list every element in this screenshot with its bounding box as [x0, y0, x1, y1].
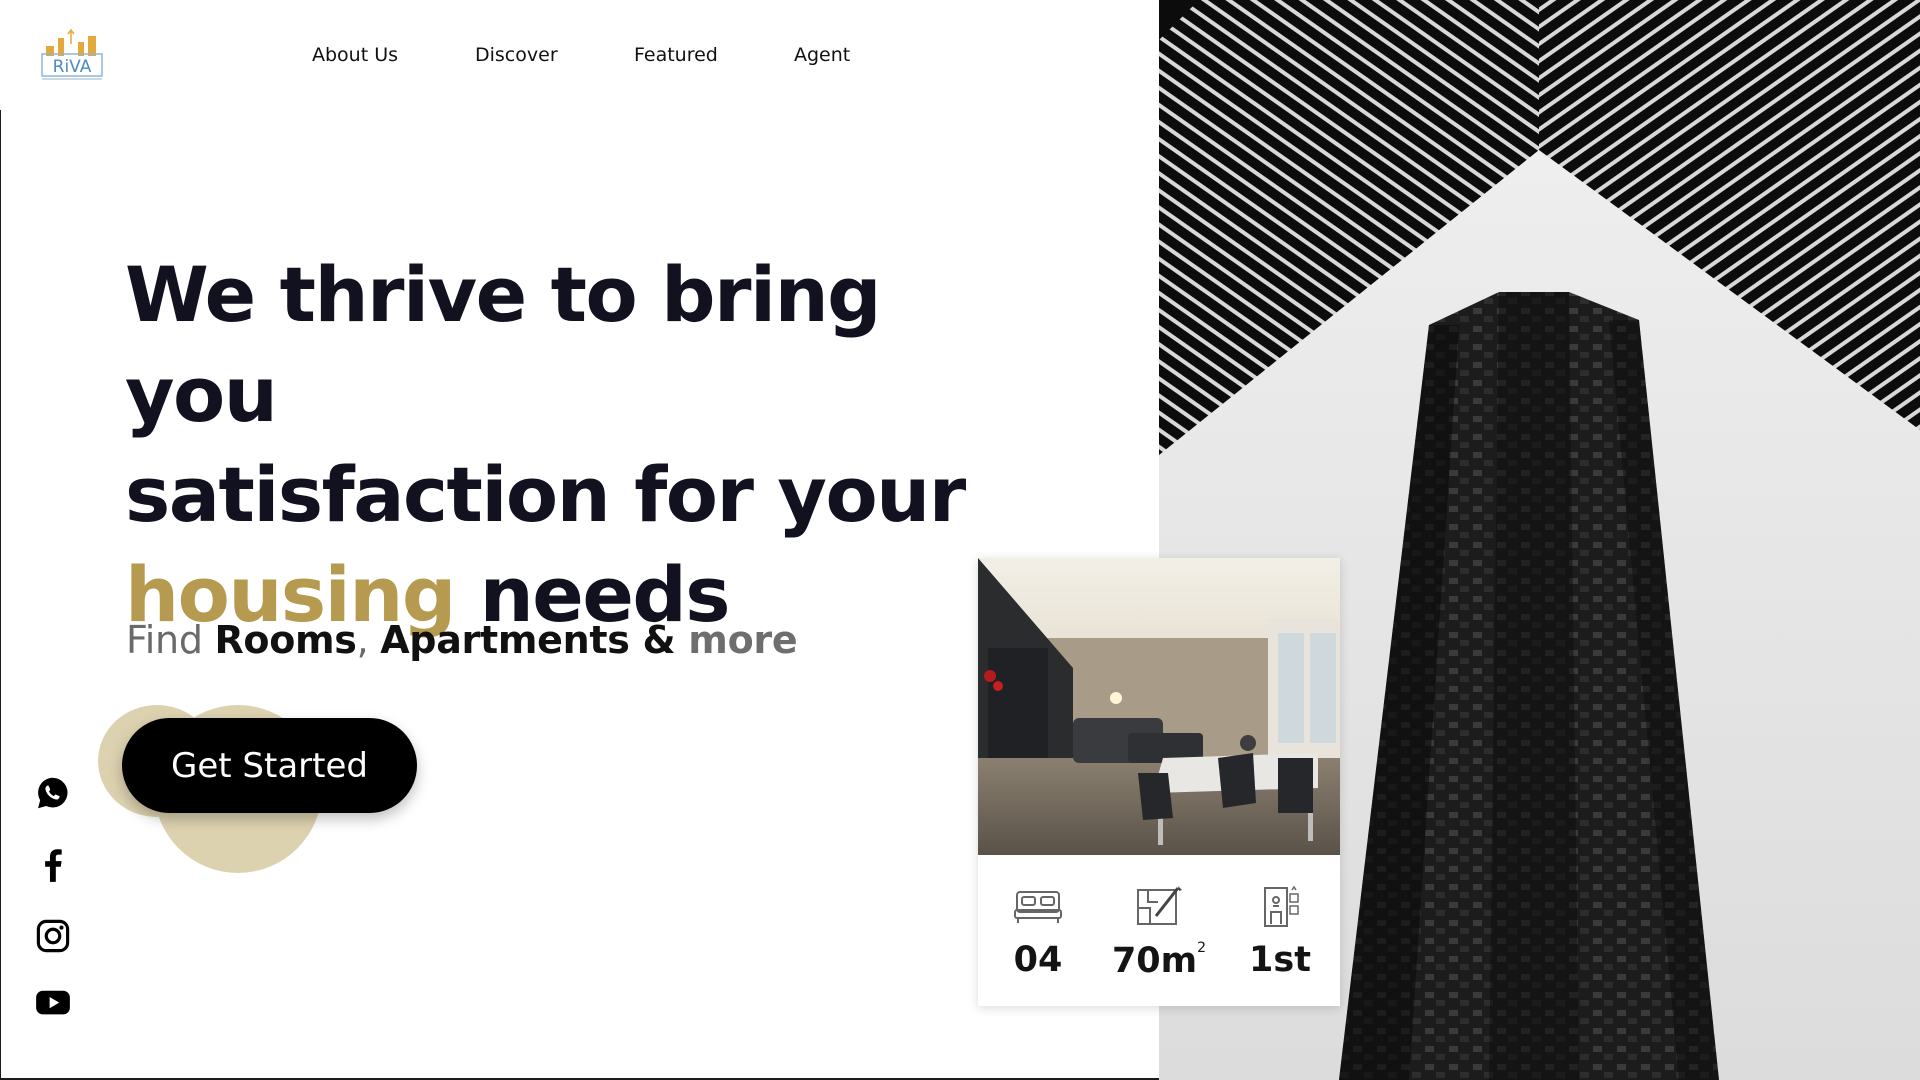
get-started-button[interactable]: Get Started	[122, 718, 417, 813]
headline-line-1: We thrive to bring you	[125, 250, 882, 439]
nav-featured[interactable]: Featured	[634, 44, 794, 66]
subline-find: Find	[126, 618, 215, 662]
riva-logo[interactable]: RiVA	[38, 28, 106, 86]
stat-area-value: 70m2	[1099, 940, 1219, 981]
youtube-icon[interactable]	[33, 982, 73, 1022]
whatsapp-icon[interactable]	[33, 773, 73, 813]
stat-floor: 1st	[1220, 858, 1340, 980]
headline-line-2: satisfaction for your	[125, 450, 966, 539]
stat-bedrooms-value: 04	[1013, 940, 1063, 980]
subline-more: more	[688, 618, 798, 662]
logo-wordmark: RiVA	[53, 57, 92, 77]
floorplan-icon	[1137, 886, 1182, 925]
main-nav: About Us Discover Featured Agent	[312, 44, 850, 66]
property-stats: 04 70m2 1st	[978, 858, 1340, 1006]
elevator-icon	[1264, 885, 1299, 927]
stat-area-superscript: 2	[1197, 940, 1207, 956]
hero-headline: We thrive to bring you satisfaction for …	[125, 245, 1025, 645]
facebook-icon[interactable]	[33, 845, 73, 885]
nav-agent[interactable]: Agent	[794, 44, 850, 66]
property-card[interactable]: 04 70m2 1st	[978, 558, 1340, 1006]
living-room-photo	[978, 558, 1340, 855]
stat-area: 70m2	[1099, 858, 1219, 981]
instagram-icon[interactable]	[33, 916, 73, 956]
nav-discover[interactable]: Discover	[475, 44, 634, 66]
stat-floor-value: 1st	[1249, 940, 1311, 980]
bed-icon	[1014, 891, 1062, 923]
subline-apartments: Apartments	[380, 618, 630, 662]
subline-rooms: Rooms	[214, 618, 357, 662]
stat-area-number: 70m	[1111, 941, 1198, 981]
hero-subline: Find Rooms, Apartments & more	[126, 618, 798, 662]
frame-left-line	[0, 110, 1, 1080]
city-skyline-logo-icon: RiVA	[41, 28, 103, 80]
nav-about-us[interactable]: About Us	[312, 44, 475, 66]
subline-amp: &	[629, 618, 689, 662]
subline-comma: ,	[356, 618, 381, 662]
stat-bedrooms: 04	[978, 858, 1098, 980]
